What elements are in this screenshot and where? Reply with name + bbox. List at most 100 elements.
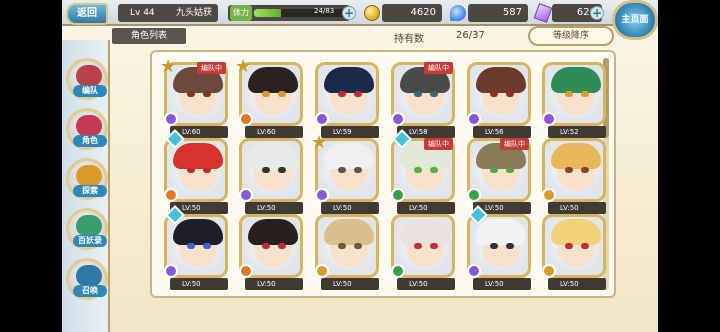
character-card[interactable]: LV:50 [239,214,303,290]
tab-character-list[interactable]: 角色列表 [112,28,186,44]
portrait-hair [324,143,374,169]
portrait-eye [278,167,286,173]
element-icon [391,112,405,126]
home-button[interactable]: 主页面 [612,0,658,40]
element-icon [239,188,253,202]
element-icon [467,112,481,126]
owned-label: 持有数 [394,34,424,45]
element-icon [542,188,556,202]
character-level: LV:50 [245,278,303,290]
character-card[interactable]: ★ LV:50 [311,134,379,214]
character-level: LV:50 [321,202,379,214]
side-menu-item-3[interactable]: 探索 [66,158,108,200]
portrait-hair [476,219,526,245]
portrait-eye [338,91,346,97]
character-card[interactable]: LV:50 [542,138,606,214]
element-icon [467,264,481,278]
portrait-eye [490,243,498,249]
codex-icon [76,215,102,237]
side-menu-item-5[interactable]: 召唤 [66,258,108,300]
portrait-eye [262,91,270,97]
portrait-eye [187,167,195,173]
side-menu-item-4[interactable]: 百妖录 [66,208,108,250]
element-icon [391,188,405,202]
gold-amount: 4620 [382,4,442,22]
character-level: LV:52 [548,126,606,138]
portrait-eye [414,91,422,97]
element-icon [239,264,253,278]
element-icon [315,264,329,278]
stamina-fill [254,9,281,17]
character-icon [76,115,102,137]
soul-amount: 587 [468,4,528,22]
portrait-eye [506,167,514,173]
sub-bar: 角色列表 持有数 26/37 等级降序 [112,26,614,46]
formation-icon [76,65,102,87]
character-card[interactable]: LV:52 [542,62,606,138]
in-team-badge: 编队中 [424,138,453,150]
portrait-eye [203,243,211,249]
portrait-eye [354,167,362,173]
star-mark-icon: ★ [235,56,252,77]
portrait-eye [338,167,346,173]
character-level: LV:59 [321,126,379,138]
soul-icon [450,5,466,21]
stamina-value: 24/83 [314,7,335,15]
character-level: LV:50 [548,202,606,214]
side-menu-label: 探索 [73,185,107,197]
character-card[interactable]: LV:56 [467,62,531,138]
side-menu-item-2[interactable]: 角色 [66,108,108,150]
back-button[interactable]: 返回 [66,3,108,25]
owned-count: 26/37 [456,30,485,41]
element-icon [315,188,329,202]
portrait-eye [506,91,514,97]
portrait-eye [262,243,270,249]
element-icon [164,188,178,202]
portrait-hair [551,67,601,93]
character-level: LV:60 [245,126,303,138]
summon-icon [76,265,102,287]
character-card[interactable]: LV:50 [164,129,228,214]
portrait-hair [400,219,450,245]
character-card[interactable]: ★ LV:60 [235,58,303,138]
portrait-eye [490,167,498,173]
portrait-eye [262,167,270,173]
character-card[interactable]: LV:50 [467,205,531,290]
character-level: LV:50 [397,202,455,214]
sort-button[interactable]: 等级降序 [528,26,614,46]
portrait-eye [338,243,346,249]
portrait-eye [565,167,573,173]
character-card[interactable]: ★ 编队中 LV:60 [160,58,228,138]
star-mark-icon: ★ [160,56,177,77]
add-gem-button[interactable]: + [590,6,604,20]
character-card[interactable]: LV:50 [542,214,606,290]
character-card[interactable]: 编队中 LV:50 [391,129,455,214]
portrait-eye [581,243,589,249]
character-card[interactable]: 编队中 LV:50 [467,138,531,214]
side-menu-label: 编队 [73,85,107,97]
portrait-eye [354,243,362,249]
portrait-eye [203,167,211,173]
character-card[interactable]: 编队中 LV:58 [391,62,455,138]
character-card[interactable]: LV:59 [315,62,379,138]
character-level: LV:50 [321,278,379,290]
gold-coin-icon [364,5,380,21]
stamina-label: 体力 [230,5,252,21]
side-menu-item-1[interactable]: 编队 [66,58,108,100]
portrait-hair [248,219,298,245]
character-card[interactable]: LV:50 [239,138,303,214]
add-stamina-button[interactable]: + [342,6,356,20]
portrait-eye [430,243,438,249]
portrait-hair [551,143,601,169]
character-level: LV:50 [245,202,303,214]
character-card[interactable]: LV:50 [315,214,379,290]
character-level: LV:50 [397,278,455,290]
character-card[interactable]: LV:50 [391,214,455,290]
portrait-eye [414,167,422,173]
portrait-hair [324,219,374,245]
portrait-eye [581,91,589,97]
character-card[interactable]: LV:50 [164,205,228,290]
element-icon [239,112,253,126]
star-mark-icon: ★ [311,132,328,153]
side-menu-label: 角色 [73,135,107,147]
